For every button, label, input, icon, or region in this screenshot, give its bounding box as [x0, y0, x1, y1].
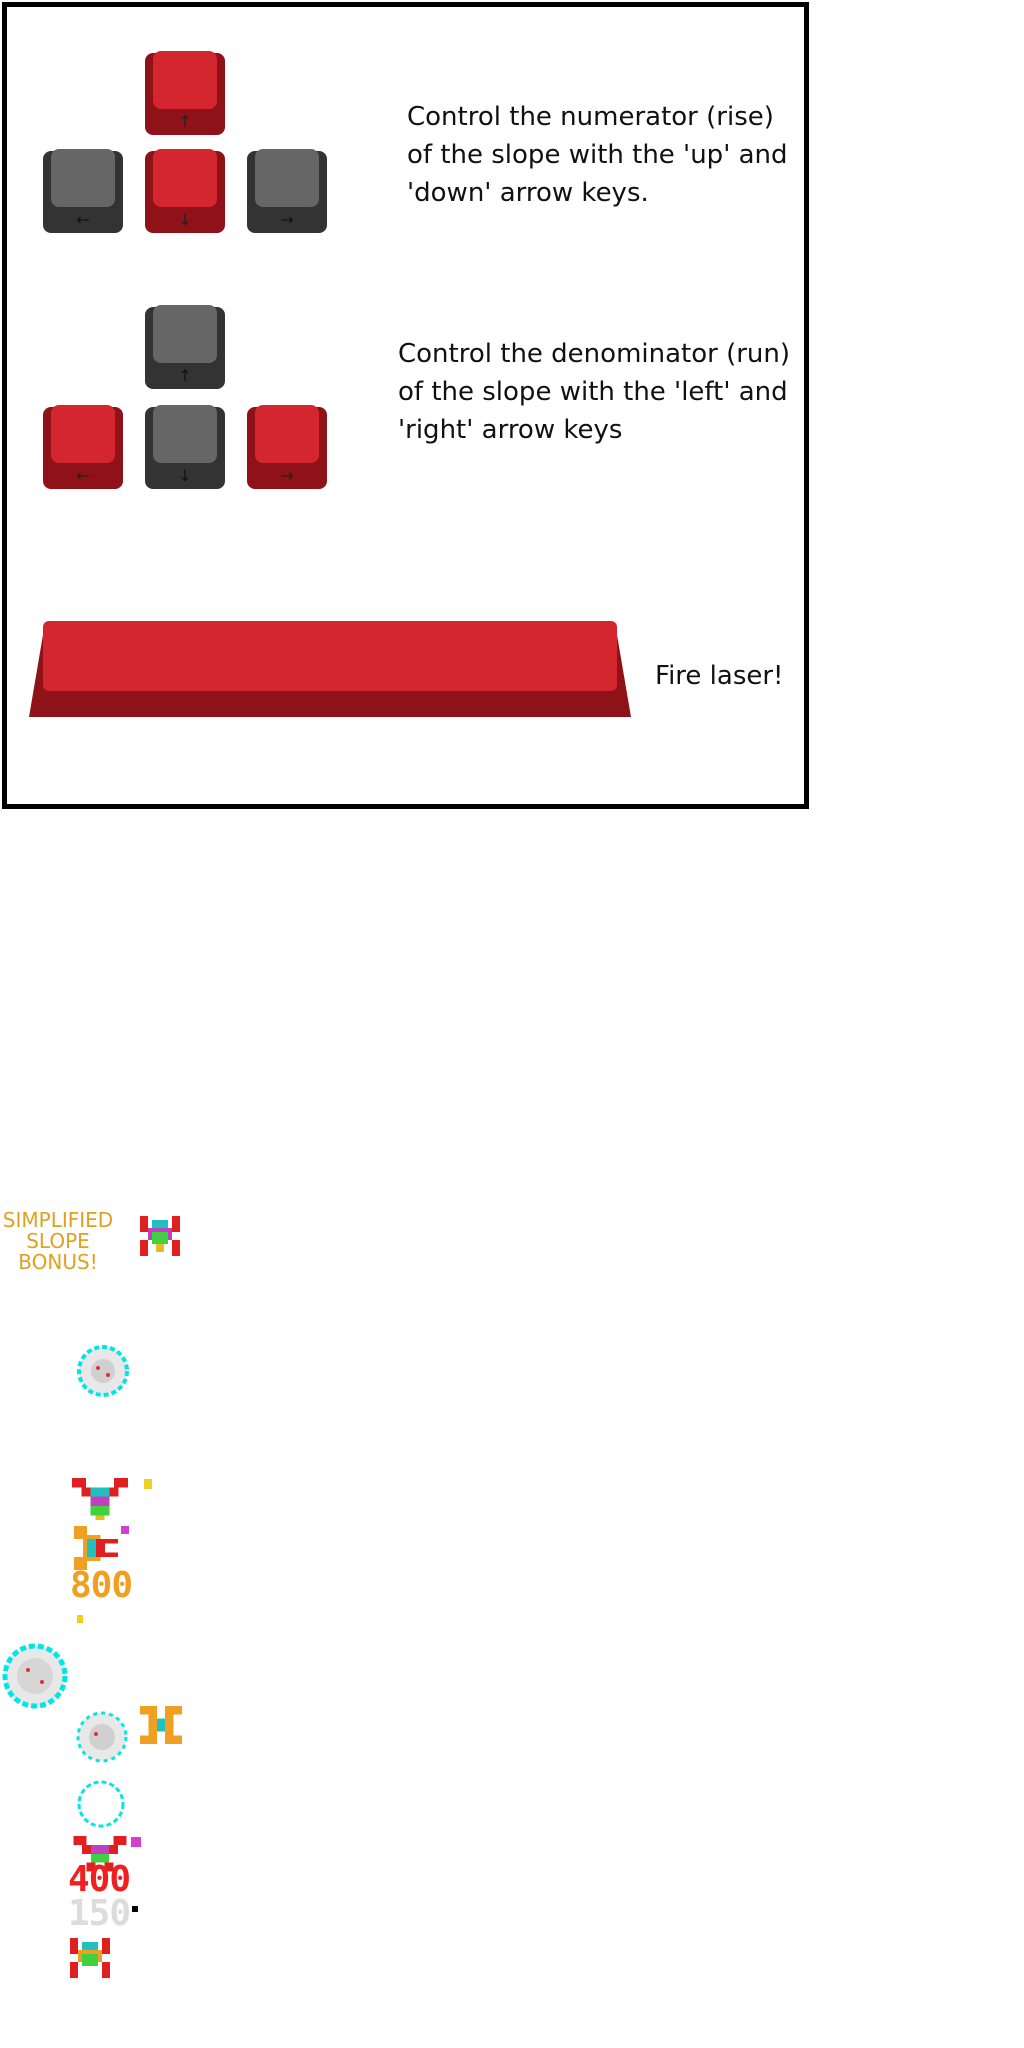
svg-text:←: ←: [76, 210, 89, 229]
orange-ship-sprite: [140, 1706, 182, 1744]
tiny-pink-sprite: [120, 1525, 130, 1535]
alien-bug-sprite: [140, 1215, 180, 1257]
large-explosion-sprite: [0, 1640, 70, 1712]
rise-instructions: Control the numerator (rise) of the slop…: [407, 102, 788, 208]
controls-panel: ↑ ← ↓ → Control the numerator (rise) of …: [2, 2, 809, 809]
tiny-pink-sprite: [130, 1836, 142, 1848]
explosion-sprite: [72, 1340, 134, 1402]
small-bullet-sprite: [143, 1478, 153, 1490]
alien-bug-sprite: [70, 1936, 110, 1980]
left-arrow-key-highlighted: ←: [39, 403, 127, 493]
black-pixel-sprite: [132, 1906, 138, 1912]
down-arrow-key-highlighted: ↓: [141, 147, 229, 237]
svg-text:↑: ↑: [178, 366, 191, 385]
explosion-sprite: [72, 1708, 132, 1766]
right-arrow-key-highlighted: →: [243, 403, 331, 493]
right-arrow-key: →: [243, 147, 331, 237]
simplified-slope-bonus-text: SIMPLIFIED SLOPE BONUS!: [2, 1208, 114, 1274]
alien-fly-sprite: [72, 1478, 128, 1520]
svg-text:→: →: [280, 210, 293, 229]
down-arrow-key: ↓: [141, 403, 229, 493]
left-arrow-key: ←: [39, 147, 127, 237]
run-instructions: Control the denominator (run) of the slo…: [398, 339, 791, 445]
spacebar-key-highlighted: [25, 617, 635, 723]
score-150-sprite: 150: [68, 1893, 131, 1934]
svg-text:→: →: [280, 466, 293, 485]
up-arrow-key: ↑: [141, 303, 229, 393]
orange-beetle-sprite: [74, 1526, 118, 1570]
score-800-sprite: 800: [70, 1565, 133, 1606]
svg-text:←: ←: [76, 466, 89, 485]
svg-text:↑: ↑: [178, 112, 191, 131]
fire-instructions: Fire laser!: [655, 661, 784, 691]
explosion-ring-sprite: [72, 1776, 130, 1832]
up-arrow-key-highlighted: ↑: [141, 49, 229, 139]
small-bullet-sprite: [76, 1614, 84, 1624]
svg-text:↓: ↓: [178, 466, 191, 485]
svg-text:↓: ↓: [178, 210, 191, 229]
